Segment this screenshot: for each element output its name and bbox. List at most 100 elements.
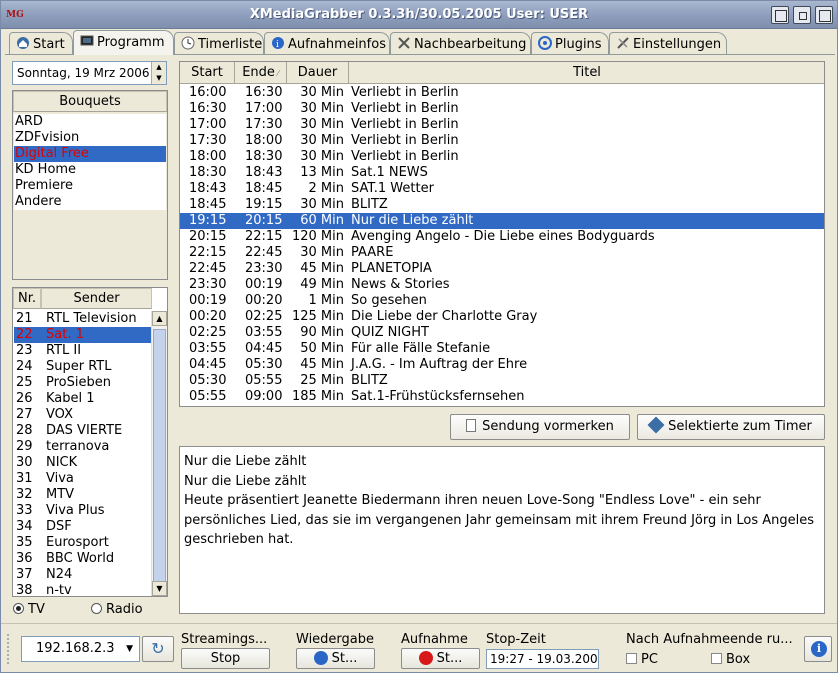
stoptime-input[interactable]: 19:27 - 19.03.2006 — [486, 649, 599, 669]
sender-item[interactable]: 36 BBC World — [14, 551, 152, 567]
tab-nachbearbeitung[interactable]: Nachbearbeitung — [390, 32, 531, 54]
sender-item[interactable]: 22 Sat. 1 — [14, 327, 152, 343]
programme-row[interactable]: 18:00 18:30 30 Min Verliebt in Berlin — [180, 149, 824, 165]
programme-row[interactable]: 05:30 05:55 25 Min BLITZ — [180, 373, 824, 389]
sender-nr-header[interactable]: Nr. — [13, 288, 41, 309]
programme-row[interactable]: 16:00 16:30 30 Min Verliebt in Berlin — [180, 85, 824, 101]
mark-programme-button[interactable]: Sendung vormerken — [450, 414, 630, 440]
programme-row[interactable]: 02:25 03:55 90 Min QUIZ NIGHT — [180, 325, 824, 341]
tab-plugins[interactable]: Plugins — [531, 32, 609, 54]
programme-row[interactable]: 17:30 18:00 30 Min Verliebt in Berlin — [180, 133, 824, 149]
ip-select[interactable]: 192.168.2.3 ▼ — [21, 636, 140, 662]
sender-item[interactable]: 31 Viva — [14, 471, 152, 487]
programme-row[interactable]: 22:15 22:45 30 Min PAARE — [180, 245, 824, 261]
bouquet-item[interactable]: KD Home — [14, 162, 166, 178]
about-button[interactable]: i — [804, 636, 832, 662]
close-button[interactable] — [815, 6, 833, 24]
programme-row[interactable]: 18:43 18:45 2 Min SAT.1 Wetter — [180, 181, 824, 197]
sender-item[interactable]: 32 MTV — [14, 487, 152, 503]
maximize-button[interactable] — [793, 6, 811, 24]
minimize-button[interactable] — [771, 6, 789, 24]
refresh-button[interactable]: ↻ — [142, 636, 174, 662]
bouquet-item[interactable]: Premiere — [14, 178, 166, 194]
radio-selected-icon[interactable] — [13, 603, 24, 614]
playback-button[interactable]: St... — [296, 648, 375, 669]
bouquet-item[interactable]: ZDFvision — [14, 130, 166, 146]
clock-icon — [181, 36, 195, 50]
programme-row[interactable]: 16:30 17:00 30 Min Verliebt in Berlin — [180, 101, 824, 117]
programme-row[interactable]: 22:45 23:30 45 Min PLANETOPIA — [180, 261, 824, 277]
programme-row[interactable]: 03:55 04:45 50 Min Für alle Fälle Stefanie — [180, 341, 824, 357]
programme-start: 18:45 — [189, 197, 227, 212]
sender-item[interactable]: 21 RTL Television — [14, 311, 152, 327]
sender-scrollbar[interactable]: ▲ ▼ — [151, 311, 167, 596]
tab-aufnahmeinfos[interactable]: i Aufnahmeinfos — [264, 32, 390, 54]
date-spinner[interactable]: Sonntag, 19 Mrz 2006 ▲ ▼ — [12, 61, 167, 85]
programme-row[interactable]: 18:30 18:43 13 Min Sat.1 NEWS — [180, 165, 824, 181]
scroll-up-icon[interactable]: ▲ — [152, 311, 167, 326]
programme-row[interactable]: 00:20 02:25 125 Min Die Liebe der Charlotte… — [180, 309, 824, 325]
sender-item[interactable]: 28 DAS VIERTE — [14, 423, 152, 439]
tv-radio[interactable]: TV — [13, 602, 45, 617]
add-to-timer-button[interactable]: Selektierte zum Timer — [637, 414, 825, 440]
sender-item[interactable]: 24 Super RTL — [14, 359, 152, 375]
tab-start[interactable]: Start — [9, 32, 73, 54]
col-duration-header[interactable]: Dauer — [287, 62, 349, 84]
programme-start: 23:30 — [189, 277, 227, 292]
radio-unselected-icon[interactable] — [91, 603, 102, 614]
bouquet-item[interactable]: ARD — [14, 114, 166, 130]
bouquet-item[interactable]: Digital Free — [14, 146, 166, 162]
programme-title: Verliebt in Berlin — [351, 149, 459, 164]
sender-item[interactable]: 33 Viva Plus — [14, 503, 152, 519]
date-value[interactable]: Sonntag, 19 Mrz 2006 — [17, 66, 151, 80]
sender-name: Viva — [46, 471, 74, 486]
programme-start: 22:15 — [189, 245, 227, 260]
programme-row[interactable]: 00:19 00:20 1 Min So gesehen — [180, 293, 824, 309]
sender-item[interactable]: 26 Kabel 1 — [14, 391, 152, 407]
bouquet-header[interactable]: Bouquets — [13, 91, 167, 112]
box-checkbox[interactable]: Box — [711, 652, 750, 667]
programme-row[interactable]: 20:15 22:15 120 Min Avenging Angelo - Die L… — [180, 229, 824, 245]
programme-end: 23:30 — [245, 261, 283, 276]
programme-row[interactable]: 05:55 09:00 185 Min Sat.1-Frühstücksfernseh… — [180, 389, 824, 405]
col-title-header[interactable]: Titel — [349, 62, 824, 84]
sender-item[interactable]: 23 RTL II — [14, 343, 152, 359]
date-spin-buttons[interactable]: ▲ ▼ — [151, 62, 166, 84]
tab-einstellungen[interactable]: Einstellungen — [609, 32, 727, 54]
spin-up-icon[interactable]: ▲ — [152, 62, 166, 73]
col-start-header[interactable]: Start — [180, 62, 235, 84]
programme-row[interactable]: 23:30 00:19 49 Min News & Stories — [180, 277, 824, 293]
tab-timerliste[interactable]: Timerliste — [174, 32, 264, 54]
programme-row[interactable]: 19:15 20:15 60 Min Nur die Liebe zählt — [180, 213, 824, 229]
spin-down-icon[interactable]: ▼ — [152, 73, 166, 84]
scroll-down-icon[interactable]: ▼ — [152, 581, 167, 596]
chevron-down-icon[interactable]: ▼ — [126, 637, 133, 661]
scroll-thumb[interactable] — [153, 329, 166, 582]
sender-item[interactable]: 27 VOX — [14, 407, 152, 423]
sender-name-header[interactable]: Sender — [41, 288, 152, 309]
sender-item[interactable]: 25 ProSieben — [14, 375, 152, 391]
sender-item[interactable]: 35 Eurosport — [14, 535, 152, 551]
programme-row[interactable]: 04:45 05:30 45 Min J.A.G. - Im Auftrag der … — [180, 357, 824, 373]
title-bar[interactable]: MG XMediaGrabber 0.3.3h/30.05.2005 User:… — [1, 1, 837, 29]
radio-radio[interactable]: Radio — [91, 602, 143, 617]
sender-item[interactable]: 30 NICK — [14, 455, 152, 471]
programme-end: 22:45 — [245, 245, 283, 260]
programme-duration: 30 Min — [300, 101, 344, 116]
programme-end: 00:19 — [245, 277, 283, 292]
sender-nr: 27 — [16, 407, 33, 422]
tab-programm[interactable]: Programm — [73, 30, 174, 55]
streaming-stop-button[interactable]: Stop — [181, 648, 270, 669]
col-end-header[interactable]: Ende ⁄ — [235, 62, 287, 84]
bouquet-item[interactable]: Andere — [14, 194, 166, 210]
record-button[interactable]: St... — [401, 648, 480, 669]
sender-item[interactable]: 29 terranova — [14, 439, 152, 455]
sender-item[interactable]: 34 DSF — [14, 519, 152, 535]
sender-nr: 33 — [16, 503, 33, 518]
sender-item[interactable]: 37 N24 — [14, 567, 152, 583]
programme-row[interactable]: 17:00 17:30 30 Min Verliebt in Berlin — [180, 117, 824, 133]
programme-row[interactable]: 18:45 19:15 30 Min BLITZ — [180, 197, 824, 213]
pc-checkbox[interactable]: PC — [626, 652, 658, 667]
toolbar-grip[interactable] — [7, 634, 11, 664]
sender-item[interactable]: 38 n-tv — [14, 583, 152, 599]
